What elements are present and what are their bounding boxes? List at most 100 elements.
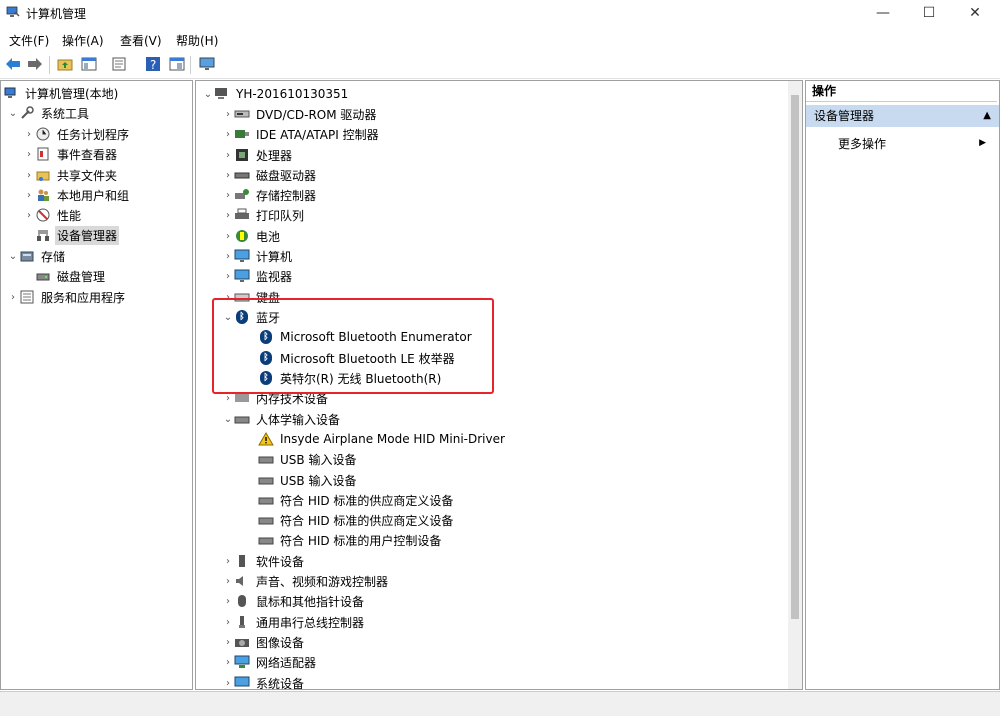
device-hid-usb-2[interactable]: USB 输入设备 — [258, 470, 358, 490]
tree-storage[interactable]: ⌄ 存储 — [7, 246, 67, 266]
tree-item-label: 任务计划程序 — [57, 127, 130, 142]
tree-computer[interactable]: ⌄ YH-201610130351 — [202, 84, 350, 104]
tree-item-event-viewer[interactable]: › 事件查看器 — [23, 144, 119, 164]
category-imaging[interactable]: › 图像设备 — [222, 632, 306, 652]
tree-item-device-manager[interactable]: 设备管理器 — [35, 225, 120, 245]
category-mouse[interactable]: › 鼠标和其他指针设备 — [222, 591, 366, 611]
close-button[interactable]: ✕ — [952, 0, 998, 26]
chevron-right-icon[interactable]: › — [222, 271, 234, 282]
device-hid-consumer[interactable]: 符合 HID 标准的用户控制设备 — [258, 530, 443, 550]
device-hid-usb-1[interactable]: USB 输入设备 — [258, 449, 358, 469]
chevron-right-icon[interactable]: › — [222, 150, 234, 161]
tree-item-local-users[interactable]: › 本地用户和组 — [23, 185, 131, 205]
chevron-right-icon: ▶ — [979, 138, 986, 148]
chevron-right-icon[interactable]: › — [23, 170, 35, 181]
category-print-queue[interactable]: › 打印队列 — [222, 205, 306, 225]
tree-system-tools[interactable]: ⌄ 系统工具 — [7, 103, 91, 123]
actions-section-device-manager[interactable]: 设备管理器 ▲ — [806, 105, 999, 127]
tree-item-task-scheduler[interactable]: › 任务计划程序 — [23, 124, 131, 144]
computer-name: YH-201610130351 — [236, 87, 349, 101]
chevron-right-icon[interactable]: › — [222, 657, 234, 668]
chevron-right-icon[interactable]: › — [23, 210, 35, 221]
category-usb[interactable]: › 通用串行总线控制器 — [222, 612, 366, 632]
tree-item-performance[interactable]: › 性能 — [23, 205, 83, 225]
chevron-right-icon[interactable]: › — [222, 190, 234, 201]
performance-icon — [35, 207, 51, 223]
category-monitor[interactable]: › 监视器 — [222, 266, 294, 286]
menu-help[interactable]: 帮助(H) — [176, 32, 218, 49]
device-manager-icon — [35, 227, 51, 243]
chevron-right-icon[interactable]: › — [222, 678, 234, 689]
scrollbar-thumb[interactable] — [791, 95, 799, 619]
minimize-button[interactable]: — — [860, 0, 906, 26]
chevron-down-icon[interactable]: ⌄ — [202, 89, 214, 100]
menu-action[interactable]: 操作(A) — [62, 32, 104, 49]
chevron-right-icon[interactable]: › — [23, 129, 35, 140]
category-disk[interactable]: › 磁盘驱动器 — [222, 165, 318, 185]
chevron-right-icon[interactable]: › — [222, 231, 234, 242]
device-hid-airplane[interactable]: Insyde Airplane Mode HID Mini-Driver — [258, 429, 507, 449]
category-computer[interactable]: › 计算机 — [222, 246, 294, 266]
software-device-icon — [234, 553, 250, 569]
menu-file[interactable]: 文件(F) — [9, 32, 49, 49]
chevron-right-icon[interactable]: › — [7, 292, 19, 303]
chevron-right-icon[interactable]: › — [222, 576, 234, 587]
chevron-right-icon[interactable]: › — [222, 129, 234, 140]
chevron-right-icon[interactable]: › — [23, 149, 35, 160]
chevron-down-icon[interactable]: ⌄ — [7, 251, 19, 262]
tools-icon — [19, 105, 35, 121]
tree-item-disk-management[interactable]: 磁盘管理 — [35, 266, 107, 286]
computer-management-icon — [6, 6, 20, 17]
category-label: 系统设备 — [256, 676, 305, 690]
collapse-icon[interactable]: ▲ — [983, 105, 991, 127]
chevron-right-icon[interactable]: › — [222, 170, 234, 181]
back-icon[interactable] — [4, 55, 22, 73]
dvd-drive-icon — [234, 106, 250, 122]
maximize-button[interactable]: ☐ — [906, 0, 952, 26]
category-processor[interactable]: › 处理器 — [222, 145, 294, 165]
menu-view[interactable]: 查看(V) — [120, 32, 162, 49]
vertical-scrollbar[interactable] — [788, 81, 802, 689]
category-hid[interactable]: ⌄ 人体学输入设备 — [222, 409, 342, 429]
category-network[interactable]: › 网络适配器 — [222, 652, 318, 672]
chevron-right-icon[interactable]: › — [222, 210, 234, 221]
help-icon[interactable]: ? — [144, 55, 162, 73]
tree-services[interactable]: › 服务和应用程序 — [7, 287, 127, 307]
chevron-right-icon[interactable]: › — [222, 617, 234, 628]
monitor-icon[interactable] — [198, 55, 216, 73]
properties-icon[interactable] — [110, 55, 128, 73]
chevron-right-icon[interactable]: › — [222, 637, 234, 648]
category-label: 计算机 — [256, 249, 293, 264]
category-battery[interactable]: › 电池 — [222, 226, 282, 246]
chevron-right-icon[interactable]: › — [222, 596, 234, 607]
category-sound[interactable]: › 声音、视频和游戏控制器 — [222, 571, 390, 591]
tree-item-shared-folders[interactable]: › 共享文件夹 — [23, 165, 119, 185]
services-icon — [19, 289, 35, 305]
device-label: 符合 HID 标准的供应商定义设备 — [280, 513, 454, 528]
category-system[interactable]: › 系统设备 — [222, 673, 306, 690]
computer-management-icon — [3, 85, 19, 101]
view-icon[interactable] — [168, 55, 186, 73]
category-software[interactable]: › 软件设备 — [222, 551, 306, 571]
toolbar-separator — [49, 56, 50, 74]
device-hid-vendor-1[interactable]: 符合 HID 标准的供应商定义设备 — [258, 490, 455, 510]
chevron-down-icon[interactable]: ⌄ — [222, 414, 234, 425]
chevron-right-icon[interactable]: › — [222, 251, 234, 262]
tree-root[interactable]: 计算机管理(本地) — [3, 83, 120, 103]
device-hid-vendor-2[interactable]: 符合 HID 标准的供应商定义设备 — [258, 510, 455, 530]
category-storage-controller[interactable]: › 存储控制器 — [222, 185, 318, 205]
more-actions-item[interactable]: 更多操作 ▶ — [838, 133, 988, 153]
chevron-down-icon[interactable]: ⌄ — [7, 108, 19, 119]
forward-icon[interactable] — [26, 55, 44, 73]
chevron-right-icon[interactable]: › — [23, 190, 35, 201]
network-adapter-icon — [234, 654, 250, 670]
tree-item-label: 性能 — [57, 208, 82, 223]
category-dvd[interactable]: › DVD/CD-ROM 驱动器 — [222, 104, 378, 124]
chevron-right-icon[interactable]: › — [222, 556, 234, 567]
up-folder-icon[interactable] — [56, 55, 74, 73]
show-tree-icon[interactable] — [80, 55, 98, 73]
chevron-right-icon[interactable]: › — [222, 393, 234, 404]
chevron-right-icon[interactable]: › — [222, 109, 234, 120]
category-ide[interactable]: › IDE ATA/ATAPI 控制器 — [222, 124, 381, 144]
actions-pane: 操作 设备管理器 ▲ 更多操作 ▶ — [805, 80, 1000, 690]
